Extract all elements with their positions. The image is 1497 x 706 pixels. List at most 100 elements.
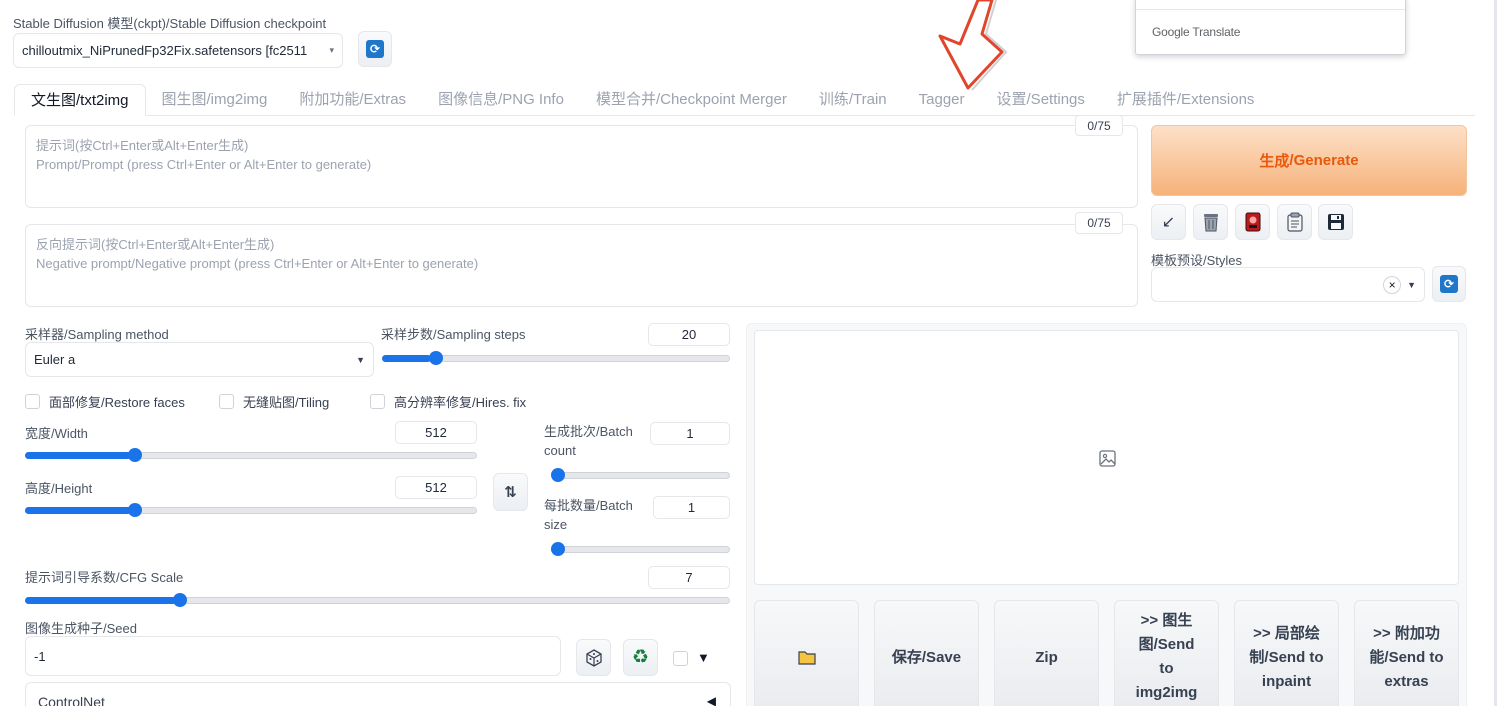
checkpoint-dropdown[interactable]: chilloutmix_NiPrunedFp32Fix.safetensors … — [13, 33, 343, 68]
send-to-inpaint-button[interactable]: >> 局部绘制/Send to inpaint — [1234, 600, 1339, 706]
refresh-icon: ⟳ — [366, 40, 384, 58]
sampling-method-dropdown[interactable]: Euler a ▼ — [25, 342, 374, 377]
extra-networks-button[interactable] — [1235, 204, 1270, 240]
batch-size-slider[interactable] — [551, 542, 730, 556]
negative-prompt-textarea[interactable]: 反向提示词(按Ctrl+Enter或Alt+Enter生成) Negative … — [25, 224, 1138, 307]
collapse-triangle-icon: ◀ — [706, 694, 716, 706]
hires-fix-option[interactable]: 高分辨率修复/Hires. fix — [370, 392, 526, 411]
slider-thumb[interactable] — [172, 593, 187, 607]
send-to-extras-label: >> 附加功能/Send to extras — [1369, 624, 1444, 690]
google-translate-label[interactable]: Google Translate — [1152, 25, 1240, 39]
apply-style-button[interactable] — [1277, 204, 1312, 240]
height-input[interactable]: 512 — [395, 476, 477, 499]
dice-icon — [585, 648, 602, 667]
send-to-extras-button[interactable]: >> 附加功能/Send to extras — [1354, 600, 1459, 706]
save-button[interactable]: 保存/Save — [874, 600, 979, 706]
batch-count-slider[interactable] — [551, 468, 730, 482]
clipboard-icon — [1286, 212, 1303, 232]
generate-button[interactable]: 生成/Generate — [1151, 125, 1467, 196]
seed-extra-toggle-icon[interactable]: ▼ — [697, 650, 710, 665]
sampling-method-value: Euler a — [34, 352, 76, 367]
restore-faces-checkbox[interactable] — [25, 394, 40, 409]
tiling-option[interactable]: 无缝贴图/Tiling — [219, 392, 329, 411]
slider-thumb[interactable] — [127, 448, 142, 462]
prompt-textarea[interactable]: 提示词(按Ctrl+Enter或Alt+Enter生成) Prompt/Prom… — [25, 125, 1138, 208]
save-style-button[interactable] — [1318, 204, 1353, 240]
trash-icon — [1203, 214, 1218, 232]
prompt-placeholder-cn: 提示词(按Ctrl+Enter或Alt+Enter生成) — [36, 138, 249, 153]
negative-prompt-token-counter: 0/75 — [1075, 212, 1123, 234]
tiling-label: 无缝贴图/Tiling — [243, 395, 330, 410]
clear-prompt-button[interactable] — [1193, 204, 1228, 240]
slider-thumb[interactable] — [428, 351, 443, 365]
batch-count-input[interactable]: 1 — [650, 422, 730, 445]
tab-extensions[interactable]: 扩展插件/Extensions — [1101, 84, 1271, 115]
restore-faces-option[interactable]: 面部修复/Restore faces — [25, 392, 185, 411]
batch-size-input[interactable]: 1 — [653, 496, 730, 519]
cfg-scale-input[interactable]: 7 — [648, 566, 730, 589]
recycle-icon: ♻ — [631, 647, 650, 668]
refresh-icon: ⟳ — [1440, 275, 1458, 293]
chevron-down-icon: ▾ — [329, 45, 334, 55]
controlnet-label: ControlNet — [38, 694, 105, 706]
negative-prompt-placeholder-en: Negative prompt/Negative prompt (press C… — [36, 256, 479, 271]
sampling-steps-slider[interactable] — [382, 351, 730, 365]
tab-settings[interactable]: 设置/Settings — [981, 84, 1101, 115]
height-slider[interactable] — [25, 503, 477, 517]
slider-thumb[interactable] — [551, 468, 565, 482]
arrow-down-left-icon: ↙ — [1161, 214, 1176, 231]
tab-png-info[interactable]: 图像信息/PNG Info — [422, 84, 580, 115]
tab-tagger[interactable]: Tagger — [903, 84, 981, 115]
restore-faces-label: 面部修复/Restore faces — [49, 395, 185, 410]
refresh-styles-button[interactable]: ⟳ — [1432, 266, 1466, 302]
chevron-down-icon: ▼ — [356, 354, 365, 365]
styles-dropdown[interactable]: × ▼ — [1151, 267, 1425, 302]
random-seed-button[interactable] — [576, 639, 611, 676]
slider-thumb[interactable] — [127, 503, 142, 517]
controlnet-accordion[interactable]: ControlNet ◀ — [25, 682, 731, 706]
height-label: 高度/Height — [25, 481, 93, 496]
seed-input[interactable]: -1 — [25, 636, 561, 676]
tiling-checkbox[interactable] — [219, 394, 234, 409]
refresh-checkpoint-button[interactable]: ⟳ — [358, 31, 392, 67]
clear-styles-icon[interactable]: × — [1383, 275, 1402, 294]
tab-img2img[interactable]: 图生图/img2img — [146, 84, 284, 115]
slider-thumb[interactable] — [551, 542, 565, 556]
tab-extras[interactable]: 附加功能/Extras — [283, 84, 422, 115]
tab-train[interactable]: 训练/Train — [803, 84, 903, 115]
seed-extra-checkbox[interactable] — [673, 651, 688, 666]
output-gallery[interactable] — [754, 330, 1459, 585]
prompt-placeholder-en: Prompt/Prompt (press Ctrl+Enter or Alt+E… — [36, 157, 372, 172]
sampling-method-label: 采样器/Sampling method — [25, 327, 169, 342]
width-slider[interactable] — [25, 448, 477, 462]
sampling-steps-input[interactable]: 20 — [648, 323, 730, 346]
red-arrow-annotation — [938, 0, 1008, 91]
generate-label-en: /Generate — [1289, 152, 1359, 169]
send-to-img2img-button[interactable]: >> 图生图/Send to img2img — [1114, 600, 1219, 706]
prompt-token-counter: 0/75 — [1075, 115, 1123, 136]
seed-value: -1 — [34, 648, 46, 664]
cfg-scale-slider[interactable] — [25, 593, 730, 607]
tab-txt2img[interactable]: 文生图/txt2img — [14, 84, 146, 116]
read-params-button[interactable]: ↙ — [1151, 204, 1186, 240]
send-to-inpaint-label: >> 局部绘制/Send to inpaint — [1249, 624, 1324, 690]
tab-checkpoint-merger[interactable]: 模型合并/Checkpoint Merger — [580, 84, 803, 115]
checkpoint-label: Stable Diffusion 模型(ckpt)/Stable Diffusi… — [13, 16, 327, 31]
cfg-scale-label: 提示词引导系数/CFG Scale — [25, 570, 184, 585]
hires-fix-checkbox[interactable] — [370, 394, 385, 409]
send-to-img2img-label: >> 图生图/Send to img2img — [1135, 612, 1198, 701]
chevron-down-icon: ▼ — [1407, 279, 1416, 290]
zip-button[interactable]: Zip — [994, 600, 1099, 706]
checkpoint-value: chilloutmix_NiPrunedFp32Fix.safetensors … — [22, 43, 308, 58]
width-input[interactable]: 512 — [395, 421, 477, 444]
image-placeholder-icon — [1099, 450, 1116, 467]
reuse-seed-button[interactable]: ♻ — [623, 639, 658, 676]
folder-icon — [797, 651, 816, 665]
width-label: 宽度/Width — [25, 426, 88, 441]
negative-prompt-placeholder-cn: 反向提示词(按Ctrl+Enter或Alt+Enter生成) — [36, 237, 275, 252]
card-icon — [1245, 212, 1260, 232]
swap-arrows-icon: ⇅ — [504, 484, 517, 501]
seed-label: 图像生成种子/Seed — [25, 621, 137, 636]
swap-dimensions-button[interactable]: ⇅ — [493, 473, 528, 511]
open-folder-button[interactable] — [754, 600, 859, 706]
